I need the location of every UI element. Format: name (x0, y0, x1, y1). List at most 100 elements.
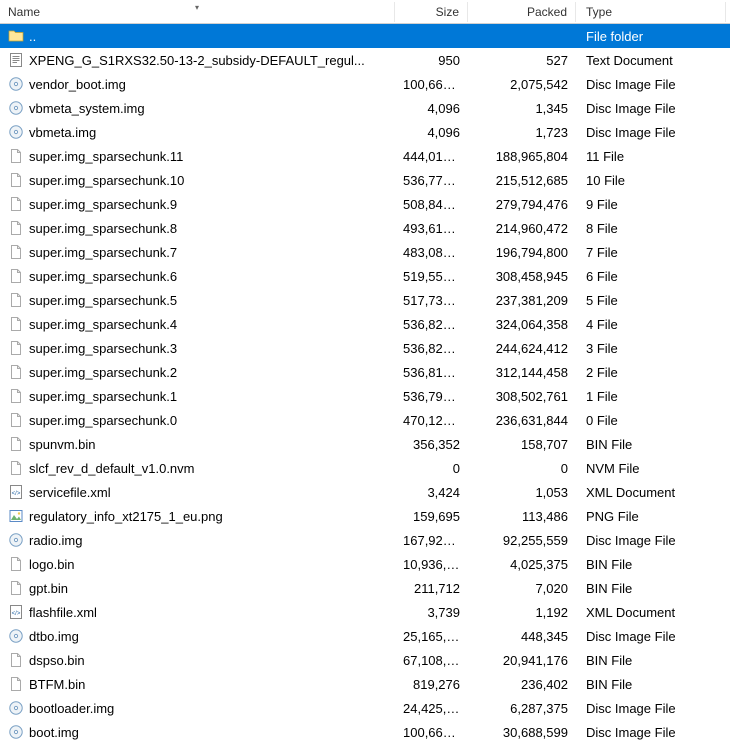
table-row[interactable]: vendor_boot.img100,663,2962,075,542Disc … (0, 72, 730, 96)
cell-packed: 448,345 (468, 627, 576, 646)
disc-icon (8, 124, 24, 140)
table-row[interactable]: XPENG_G_S1RXS32.50-13-2_subsidy-DEFAULT_… (0, 48, 730, 72)
file-icon (8, 196, 24, 212)
cell-size: 3,739 (395, 603, 468, 622)
cell-size: 536,817,948 (395, 363, 468, 382)
filename-label: flashfile.xml (29, 605, 97, 620)
cell-packed: 158,707 (468, 435, 576, 454)
cell-packed: 236,402 (468, 675, 576, 694)
cell-size: 508,842,388 (395, 195, 468, 214)
cell-name: super.img_sparsechunk.9 (0, 194, 395, 214)
filename-label: slcf_rev_d_default_v1.0.nvm (29, 461, 194, 476)
table-row[interactable]: gpt.bin211,7127,020BIN File (0, 576, 730, 600)
filename-label: dspso.bin (29, 653, 85, 668)
cell-type: Disc Image File (576, 627, 726, 646)
filename-label: super.img_sparsechunk.1 (29, 389, 177, 404)
cell-type: 11 File (576, 147, 726, 166)
cell-size: 24,425,472 (395, 699, 468, 718)
table-row[interactable]: super.img_sparsechunk.0470,126,960236,63… (0, 408, 730, 432)
table-row[interactable]: super.img_sparsechunk.5 517,730,616237,38… (0, 288, 730, 312)
cell-name: super.img_sparsechunk.8 (0, 218, 395, 238)
table-row[interactable]: super.img_sparsechunk.8493,613,368214,96… (0, 216, 730, 240)
cell-name: super.img_sparsechunk.5 (0, 290, 395, 310)
cell-name: super.img_sparsechunk.2 (0, 362, 395, 382)
svg-text:</>: </> (12, 611, 21, 617)
filename-label: dtbo.img (29, 629, 79, 644)
sort-indicator-icon: ▾ (195, 3, 199, 12)
xml-icon: </> (8, 484, 24, 500)
cell-size: 517,730,616 (395, 291, 468, 310)
text-icon (8, 52, 24, 68)
table-row[interactable]: super.img_sparsechunk.11444,018,940188,9… (0, 144, 730, 168)
file-icon (8, 436, 24, 452)
table-row[interactable]: super.img_sparsechunk.3536,826,152244,62… (0, 336, 730, 360)
cell-name: super.img_sparsechunk.7 (0, 242, 395, 262)
cell-name: vbmeta.img (0, 122, 395, 142)
table-row[interactable]: super.img_sparsechunk.4536,826,140324,06… (0, 312, 730, 336)
cell-size: 25,165,824 (395, 627, 468, 646)
table-row[interactable]: spunvm.bin356,352158,707BIN File (0, 432, 730, 456)
table-row[interactable]: vbmeta.img4,0961,723Disc Image File (0, 120, 730, 144)
table-row[interactable]: dtbo.img 25,165,824448,345Disc Image File (0, 624, 730, 648)
table-row[interactable]: </>servicefile.xml3,4241,053XML Document (0, 480, 730, 504)
cell-packed: 7,020 (468, 579, 576, 598)
file-icon (8, 172, 24, 188)
table-row[interactable]: super.img_sparsechunk.9508,842,388279,79… (0, 192, 730, 216)
cell-packed: 30,688,599 (468, 723, 576, 742)
cell-size: 211,712 (395, 579, 468, 598)
cell-type: 7 File (576, 243, 726, 262)
column-header-size[interactable]: Size (395, 2, 468, 22)
cell-size: 536,773,244 (395, 171, 468, 190)
cell-packed: 2,075,542 (468, 75, 576, 94)
column-header-name[interactable]: Name ▾ (0, 2, 395, 22)
table-row[interactable]: logo.bin10,936,3204,025,375BIN File (0, 552, 730, 576)
table-row[interactable]: ..File folder (0, 24, 730, 48)
table-row[interactable]: super.img_sparsechunk.2536,817,948312,14… (0, 360, 730, 384)
file-icon (8, 268, 24, 284)
cell-packed: 237,381,209 (468, 291, 576, 310)
cell-type: 9 File (576, 195, 726, 214)
table-row[interactable]: bootloader.img24,425,4726,287,375Disc Im… (0, 696, 730, 720)
cell-packed: 1,192 (468, 603, 576, 622)
cell-packed: 527 (468, 51, 576, 70)
disc-icon (8, 724, 24, 740)
filename-label: super.img_sparsechunk.6 (29, 269, 177, 284)
filename-label: super.img_sparsechunk.11 (29, 149, 183, 164)
cell-size: 3,424 (395, 483, 468, 502)
table-row[interactable]: </> flashfile.xml 3,7391,192XML Document (0, 600, 730, 624)
table-row[interactable]: boot.img100,663,29630,688,599Disc Image … (0, 720, 730, 744)
cell-type: BIN File (576, 579, 726, 598)
cell-type: XML Document (576, 603, 726, 622)
table-row[interactable]: BTFM.bin819,276236,402BIN File (0, 672, 730, 696)
disc-icon (8, 100, 24, 116)
cell-name: boot.img (0, 722, 395, 742)
filename-label: vendor_boot.img (29, 77, 126, 92)
table-row[interactable]: radio.img167,925,50492,255,559Disc Image… (0, 528, 730, 552)
filename-label: super.img_sparsechunk.5 (29, 293, 177, 308)
file-icon (8, 460, 24, 476)
cell-size: 0 (395, 459, 468, 478)
disc-icon (8, 628, 24, 644)
cell-size: 4,096 (395, 123, 468, 142)
table-row[interactable]: vbmeta_system.img4,0961,345Disc Image Fi… (0, 96, 730, 120)
cell-packed: 92,255,559 (468, 531, 576, 550)
cell-packed: 6,287,375 (468, 699, 576, 718)
column-header-packed[interactable]: Packed (468, 2, 576, 22)
table-row[interactable]: regulatory_info_xt2175_1_eu.png159,69511… (0, 504, 730, 528)
table-row[interactable]: super.img_sparsechunk.1536,793,608308,50… (0, 384, 730, 408)
cell-packed: 196,794,800 (468, 243, 576, 262)
filename-label: regulatory_info_xt2175_1_eu.png (29, 509, 223, 524)
table-row[interactable]: slcf_rev_d_default_v1.0.nvm00NVM File (0, 456, 730, 480)
cell-name: XPENG_G_S1RXS32.50-13-2_subsidy-DEFAULT_… (0, 50, 395, 70)
cell-packed: 279,794,476 (468, 195, 576, 214)
cell-size: 536,793,608 (395, 387, 468, 406)
cell-name: dtbo.img (0, 626, 395, 646)
table-row[interactable]: dspso.bin67,108,86420,941,176BIN File (0, 648, 730, 672)
png-icon (8, 508, 24, 524)
table-row[interactable]: super.img_sparsechunk.10536,773,244215,5… (0, 168, 730, 192)
table-row[interactable]: super.img_sparsechunk.6519,553,456308,45… (0, 264, 730, 288)
cell-packed: 0 (468, 459, 576, 478)
column-header-type[interactable]: Type (576, 2, 726, 22)
table-row[interactable]: super.img_sparsechunk.7483,082,796196,79… (0, 240, 730, 264)
cell-type: 3 File (576, 339, 726, 358)
